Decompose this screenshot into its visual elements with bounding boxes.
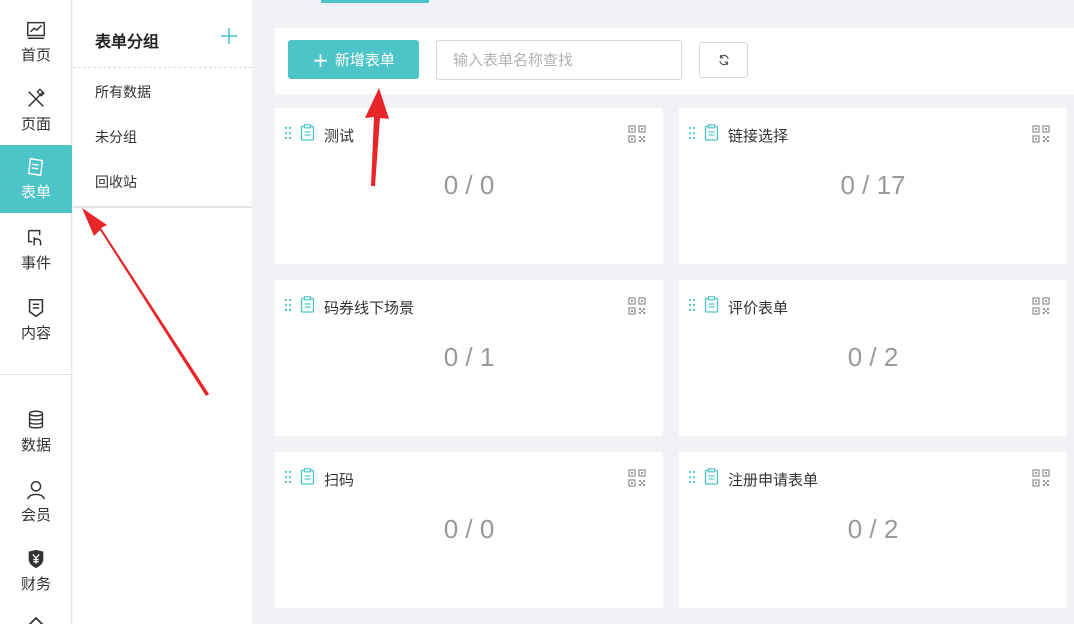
submission-count: 0 / 2	[847, 342, 899, 372]
qrcode-icon[interactable]	[628, 125, 646, 143]
main-nav: 首页 页面 表单 事件 内容 数据 会员 财务	[0, 0, 72, 624]
toolbar: + 新增表单	[275, 28, 1074, 94]
refresh-button[interactable]	[699, 42, 748, 78]
refresh-icon	[718, 54, 729, 66]
nav-label-page: 页面	[20, 115, 51, 133]
form-icon	[27, 157, 44, 177]
form-card[interactable]: 评价表单 0 / 2	[679, 280, 1067, 436]
plus-icon: +	[312, 47, 329, 72]
group-item-all[interactable]: 所有数据	[95, 82, 151, 102]
qrcode-icon[interactable]	[1032, 125, 1050, 143]
add-group-icon[interactable]	[219, 26, 239, 46]
form-doc-icon	[300, 468, 315, 485]
drag-handle-icon[interactable]	[688, 126, 696, 140]
form-doc-icon	[704, 124, 719, 141]
form-name: 码券线下场景	[324, 299, 415, 317]
new-form-label: 新增表单	[334, 51, 395, 69]
nav-label-member: 会员	[20, 506, 51, 524]
drag-handle-icon[interactable]	[688, 298, 696, 312]
yuan-shield-icon	[28, 549, 44, 569]
nav-item-content[interactable]: 内容	[0, 286, 72, 354]
nav-label-finance: 财务	[20, 575, 51, 593]
drag-handle-icon[interactable]	[284, 298, 292, 312]
qrcode-icon[interactable]	[628, 469, 646, 487]
submission-count: 0 / 0	[443, 514, 495, 544]
nav-label-content: 内容	[20, 324, 51, 342]
drag-handle-icon[interactable]	[284, 126, 292, 140]
nav-label-form: 表单	[20, 183, 51, 201]
form-card[interactable]: 链接选择 0 / 17	[679, 108, 1067, 264]
nav-item-page[interactable]: 页面	[0, 77, 72, 145]
user-icon	[27, 481, 45, 500]
more-nav-icon	[28, 616, 44, 624]
nav-item-event[interactable]: 事件	[0, 216, 72, 284]
touch-icon	[27, 229, 42, 246]
chart-line-icon	[27, 21, 45, 39]
nav-item-finance[interactable]: 财务	[0, 537, 72, 605]
nav-divider	[0, 374, 72, 375]
new-form-button[interactable]: + 新增表单	[288, 40, 419, 79]
qrcode-icon[interactable]	[1032, 297, 1050, 315]
top-tab-strip	[252, 0, 1074, 4]
form-search-input[interactable]	[436, 40, 682, 80]
nav-label-event: 事件	[20, 254, 51, 272]
group-header: 表单分组	[73, 0, 252, 68]
nav-label-data: 数据	[20, 436, 51, 454]
group-item-recycle[interactable]: 回收站	[95, 172, 137, 192]
design-tools-icon	[28, 88, 45, 107]
nav-item-form[interactable]: 表单	[0, 145, 72, 213]
group-title: 表单分组	[95, 32, 160, 51]
nav-item-data[interactable]: 数据	[0, 398, 72, 466]
database-icon	[28, 410, 44, 429]
form-group-sidebar: 表单分组 所有数据 未分组 回收站	[73, 0, 252, 624]
drag-handle-icon[interactable]	[688, 470, 696, 484]
group-item-ungrouped[interactable]: 未分组	[95, 127, 137, 147]
form-name: 扫码	[324, 471, 355, 489]
nav-label-home: 首页	[20, 46, 51, 64]
active-tab-indicator	[321, 0, 429, 3]
form-doc-icon	[300, 124, 315, 141]
form-card[interactable]: 扫码 0 / 0	[275, 452, 663, 608]
nav-item-home[interactable]: 首页	[0, 8, 72, 76]
form-name: 测试	[324, 127, 355, 145]
form-doc-icon	[704, 468, 719, 485]
form-card[interactable]: 码券线下场景 0 / 1	[275, 280, 663, 436]
form-name: 评价表单	[728, 299, 789, 317]
form-card[interactable]: 注册申请表单 0 / 2	[679, 452, 1067, 608]
form-name: 链接选择	[728, 127, 789, 145]
form-card[interactable]: 测试 0 / 0	[275, 108, 663, 264]
submission-count: 0 / 2	[847, 514, 899, 544]
submission-count: 0 / 1	[443, 342, 495, 372]
group-divider	[73, 206, 252, 208]
qrcode-icon[interactable]	[1032, 469, 1050, 487]
nav-item-member[interactable]: 会员	[0, 468, 72, 536]
qrcode-icon[interactable]	[628, 297, 646, 315]
submission-count: 0 / 17	[840, 170, 906, 200]
form-doc-icon	[704, 296, 719, 313]
content-icon	[28, 298, 44, 318]
drag-handle-icon[interactable]	[284, 470, 292, 484]
form-name: 注册申请表单	[728, 471, 819, 489]
form-doc-icon	[300, 296, 315, 313]
submission-count: 0 / 0	[443, 170, 495, 200]
